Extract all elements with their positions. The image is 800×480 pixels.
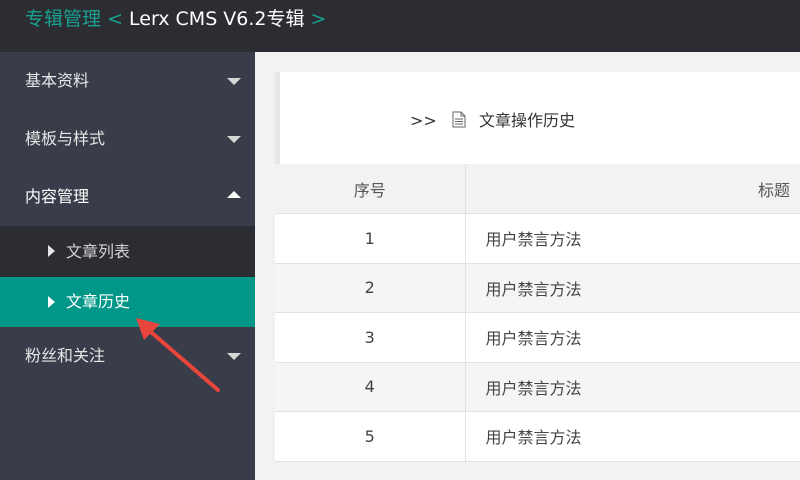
sidebar-submenu: 文章列表 文章历史: [0, 226, 255, 327]
caret-down-icon: [227, 136, 241, 143]
cell-title: 用户禁言方法: [465, 263, 800, 313]
title-prefix: >>: [410, 111, 437, 130]
caret-right-icon: [48, 296, 55, 308]
cell-number: 1: [275, 213, 466, 264]
sidebar-item-label: 基本资料: [25, 71, 90, 90]
table-row[interactable]: 2 用户禁言方法: [275, 263, 800, 313]
page-title: >> 文章操作历史: [410, 107, 575, 132]
table-row[interactable]: 3 用户禁言方法: [275, 312, 800, 363]
cell-number: 2: [275, 263, 466, 313]
table-header-row: 序号 标题: [275, 164, 800, 214]
sidebar-subitem-article-history[interactable]: 文章历史: [0, 277, 255, 327]
caret-down-icon: [227, 353, 241, 360]
cell-title: 用户禁言方法: [465, 312, 800, 363]
caret-up-icon: [227, 191, 241, 198]
sidebar-subitem-label: 文章列表: [66, 242, 131, 261]
breadcrumb-section-link[interactable]: 专辑管理: [25, 8, 101, 30]
cell-number: 4: [275, 362, 466, 412]
sidebar-item-content-management[interactable]: 内容管理: [0, 168, 255, 226]
cell-title: 用户禁言方法: [465, 411, 800, 462]
cell-title: 用户禁言方法: [465, 362, 800, 412]
table-row[interactable]: 4 用户禁言方法: [275, 362, 800, 412]
sidebar-item-templates[interactable]: 模板与样式: [0, 110, 255, 168]
table-row[interactable]: 1 用户禁言方法: [275, 213, 800, 264]
sidebar-subitem-article-list[interactable]: 文章列表: [0, 226, 255, 277]
sidebar: 基本资料 模板与样式 内容管理 文章列表 文章历史 粉丝和关注: [0, 52, 255, 480]
column-header-number: 序号: [275, 164, 466, 214]
table-row[interactable]: 5 用户禁言方法: [275, 411, 800, 462]
sidebar-item-label: 粉丝和关注: [25, 346, 106, 365]
cell-number: 3: [275, 312, 466, 363]
breadcrumb-separator-end: >: [304, 8, 327, 30]
column-header-title: 标题: [465, 164, 800, 214]
sidebar-item-basic-info[interactable]: 基本资料: [0, 52, 255, 110]
top-bar: 专辑管理 < Lerx CMS V6.2专辑 >: [0, 0, 800, 52]
caret-right-icon: [48, 245, 55, 257]
cell-number: 5: [275, 411, 466, 462]
panel-header: >> 文章操作历史: [275, 72, 800, 164]
document-icon: [452, 111, 466, 132]
sidebar-subitem-label: 文章历史: [66, 292, 131, 311]
sidebar-item-fans-follow[interactable]: 粉丝和关注: [0, 327, 255, 385]
breadcrumb-separator: <: [101, 8, 130, 30]
breadcrumb: 专辑管理 < Lerx CMS V6.2专辑 >: [25, 4, 326, 31]
sidebar-item-label: 模板与样式: [25, 129, 106, 148]
history-table: 序号 标题 1 用户禁言方法 2 用户禁言方法 3 用户禁言方法 4 用户禁言方…: [275, 164, 800, 462]
sidebar-item-label: 内容管理: [25, 187, 90, 206]
breadcrumb-current: Lerx CMS V6.2专辑: [129, 8, 305, 30]
caret-down-icon: [227, 78, 241, 85]
cell-title: 用户禁言方法: [465, 213, 800, 264]
main-content: >> 文章操作历史 序号 标题 1 用户禁言方法 2 用户禁言方法 3 用户禁言…: [255, 52, 800, 480]
panel-title-text: 文章操作历史: [479, 111, 576, 130]
